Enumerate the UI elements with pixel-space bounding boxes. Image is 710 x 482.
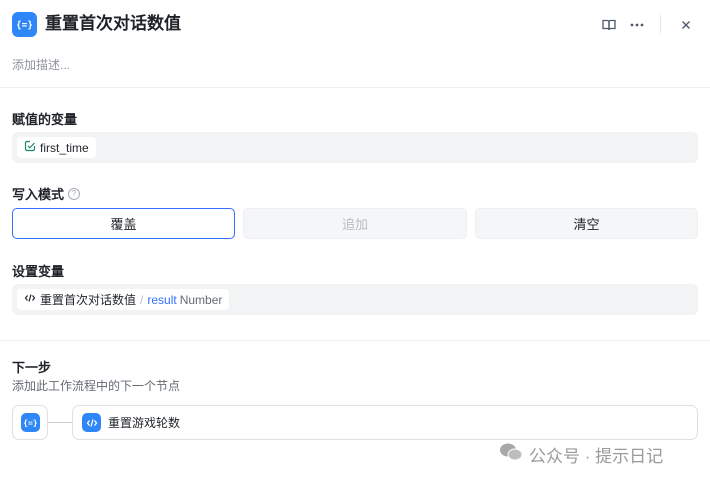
current-node-handle[interactable]: {=}: [12, 405, 48, 440]
output-name: result: [147, 292, 177, 307]
section-divider: [0, 87, 710, 88]
output-reference-chip[interactable]: 重置首次对话数值 / result Number: [17, 289, 230, 310]
node-connector: [48, 422, 73, 423]
code-icon: [24, 292, 36, 307]
variable-name: first_time: [40, 140, 89, 155]
source-node-name: 重置首次对话数值: [40, 293, 137, 307]
book-icon[interactable]: [598, 14, 620, 36]
mode-append-button[interactable]: 追加: [243, 208, 467, 239]
watermark-text: 公众号 · 提示日记: [529, 446, 664, 466]
close-icon[interactable]: [675, 14, 697, 36]
next-node-card[interactable]: 重置游戏轮数: [72, 405, 698, 440]
section-divider: [0, 340, 710, 341]
wechat-icon: [499, 442, 523, 467]
path-separator: /: [140, 292, 144, 307]
header-separator: [660, 15, 661, 33]
description-input[interactable]: 添加描述...: [12, 56, 70, 73]
svg-text:{=}: {=}: [24, 417, 37, 427]
node-title[interactable]: 重置首次对话数值: [45, 13, 181, 35]
variable-icon: [24, 140, 36, 155]
variable-assign-icon: {=}: [12, 12, 37, 37]
next-step-title: 下一步: [12, 360, 52, 375]
panel-header: {=} 重置首次对话数值: [0, 0, 710, 50]
svg-text:{=}: {=}: [17, 20, 32, 31]
question-circle-icon[interactable]: ?: [68, 187, 81, 200]
next-step-subtitle: 添加此工作流程中的下一个节点: [12, 379, 181, 393]
variable-assign-icon: {=}: [20, 413, 40, 432]
set-variable-label: 设置变量: [12, 264, 65, 279]
variable-chip[interactable]: first_time: [17, 137, 96, 158]
write-mode-label: 写入模式 ?: [12, 184, 81, 203]
set-variable-field[interactable]: 重置首次对话数值 / result Number: [12, 284, 698, 315]
watermark: 公众号 · 提示日记: [499, 442, 663, 466]
output-type: Number: [179, 292, 223, 307]
assigned-variable-field[interactable]: first_time: [12, 132, 698, 163]
assigned-variable-label: 赋值的变量: [12, 112, 78, 127]
code-icon: [82, 413, 101, 432]
mode-overwrite-button[interactable]: 覆盖: [12, 208, 235, 239]
more-icon[interactable]: [626, 14, 648, 36]
next-node-label: 重置游戏轮数: [108, 416, 181, 430]
mode-clear-button[interactable]: 清空: [475, 208, 698, 239]
